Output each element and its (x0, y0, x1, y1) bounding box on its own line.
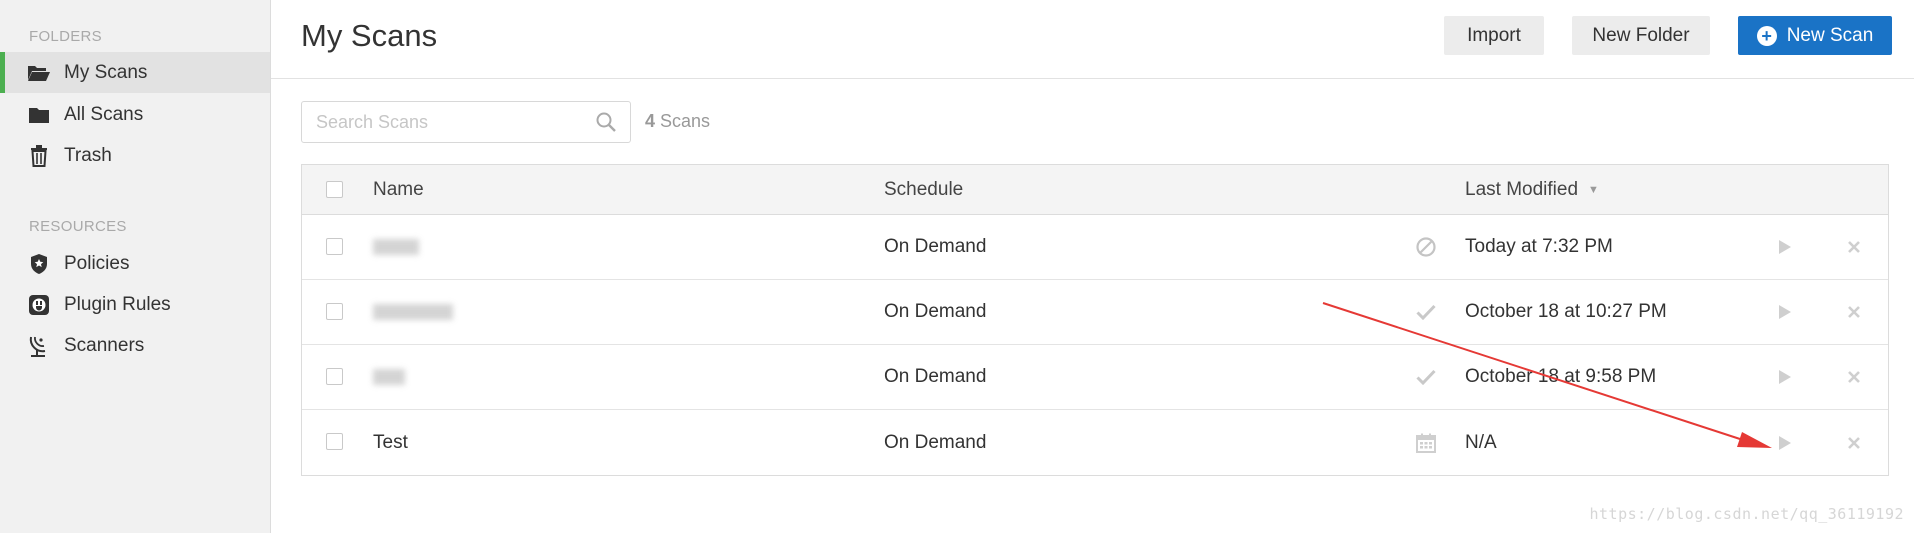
redacted-name (373, 239, 419, 255)
launch-play-icon[interactable] (1778, 280, 1792, 344)
delete-close-icon[interactable] (1847, 345, 1861, 409)
new-scan-button[interactable]: + New Scan (1738, 16, 1892, 55)
resources-section-title: RESOURCES (29, 218, 127, 235)
sidebar-item-label: Scanners (64, 334, 145, 356)
sort-down-icon: ▼ (1588, 183, 1599, 196)
column-header-last-modified[interactable]: Last Modified ▼ (1465, 165, 1599, 214)
launch-play-icon[interactable] (1778, 410, 1792, 475)
table-row[interactable]: On Demand October 18 at 10:27 PM (302, 280, 1888, 345)
scan-count: 4 Scans (645, 111, 710, 132)
folder-open-icon (27, 61, 51, 85)
scan-name[interactable] (373, 215, 419, 279)
search-input[interactable] (302, 102, 582, 142)
scan-last-modified: Today at 7:32 PM (1465, 236, 1613, 257)
calendar-icon (1416, 410, 1436, 475)
disabled-icon (1415, 215, 1437, 279)
scan-count-suffix: Scans (660, 111, 711, 131)
plus-circle-icon: + (1756, 25, 1777, 46)
sidebar-item-scanners[interactable]: Scanners (0, 325, 270, 366)
scan-name[interactable] (373, 280, 453, 344)
select-all-checkbox[interactable] (326, 181, 343, 198)
sidebar-item-label: Trash (64, 144, 112, 166)
watermark-text: https://blog.csdn.net/qq_36119192 (1589, 505, 1904, 523)
sidebar-item-my-scans[interactable]: My Scans (0, 52, 270, 93)
sidebar-item-label: Plugin Rules (64, 293, 171, 315)
scan-schedule: On Demand (884, 301, 987, 322)
delete-close-icon[interactable] (1847, 280, 1861, 344)
sidebar-item-trash[interactable]: Trash (0, 135, 270, 176)
scan-name[interactable] (373, 345, 405, 409)
launch-play-icon[interactable] (1778, 215, 1792, 279)
column-header-schedule[interactable]: Schedule (884, 165, 963, 214)
search-box (301, 101, 631, 143)
sidebar: FOLDERS My Scans All Scans Trash RESOURC… (0, 0, 271, 533)
row-checkbox[interactable] (326, 303, 343, 320)
import-button[interactable]: Import (1444, 16, 1544, 55)
sidebar-item-all-scans[interactable]: All Scans (0, 94, 270, 135)
new-folder-button[interactable]: New Folder (1572, 16, 1710, 55)
sidebar-item-label: Policies (64, 252, 130, 274)
scans-table: Name Schedule Last Modified ▼ On Demand … (301, 164, 1889, 476)
sidebar-item-label: All Scans (64, 103, 144, 125)
scan-last-modified: October 18 at 9:58 PM (1465, 366, 1657, 387)
table-row[interactable]: Test On Demand N/A (302, 410, 1888, 475)
launch-play-icon[interactable] (1778, 345, 1792, 409)
new-scan-label: New Scan (1786, 24, 1874, 46)
table-row[interactable]: On Demand Today at 7:32 PM (302, 215, 1888, 280)
folder-icon (27, 103, 51, 127)
redacted-name (373, 369, 405, 385)
table-row[interactable]: On Demand October 18 at 9:58 PM (302, 345, 1888, 410)
plug-icon (27, 293, 51, 317)
page-title: My Scans (301, 18, 438, 53)
scan-last-modified: October 18 at 10:27 PM (1465, 301, 1667, 322)
delete-close-icon[interactable] (1847, 215, 1861, 279)
scan-name[interactable]: Test (373, 410, 408, 475)
scan-count-number: 4 (645, 111, 656, 131)
scan-schedule: On Demand (884, 236, 987, 257)
sidebar-item-label: My Scans (64, 61, 148, 83)
scan-schedule: On Demand (884, 366, 987, 387)
row-checkbox[interactable] (326, 433, 343, 450)
sidebar-item-policies[interactable]: Policies (0, 243, 270, 284)
scan-last-modified: N/A (1465, 431, 1497, 453)
shield-star-icon (27, 252, 51, 276)
row-checkbox[interactable] (326, 238, 343, 255)
trash-icon (27, 144, 51, 168)
checkmark-icon (1416, 280, 1436, 344)
redacted-name (373, 304, 453, 320)
sidebar-item-plugin-rules[interactable]: Plugin Rules (0, 284, 270, 325)
app: FOLDERS My Scans All Scans Trash RESOURC… (0, 0, 1914, 533)
search-icon[interactable] (596, 112, 616, 137)
satellite-dish-icon (27, 334, 51, 358)
header-divider (271, 78, 1914, 79)
row-checkbox[interactable] (326, 368, 343, 385)
delete-close-icon[interactable] (1847, 410, 1861, 475)
scan-schedule: On Demand (884, 431, 987, 453)
last-modified-label: Last Modified (1465, 178, 1579, 200)
folders-section-title: FOLDERS (29, 28, 102, 45)
table-header: Name Schedule Last Modified ▼ (302, 165, 1888, 215)
column-header-name[interactable]: Name (373, 165, 424, 214)
checkmark-icon (1416, 345, 1436, 409)
